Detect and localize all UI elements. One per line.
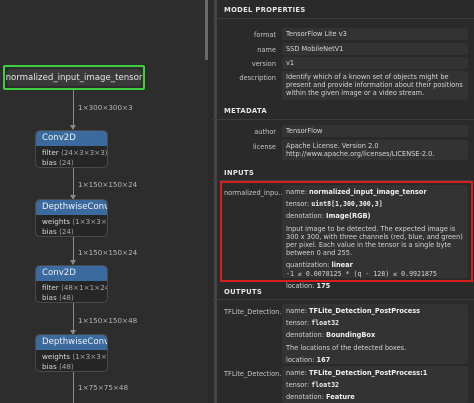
graph-edge bbox=[73, 303, 74, 331]
inputs-heading: INPUTS bbox=[224, 169, 255, 177]
outputs-heading: OUTPUTS bbox=[224, 288, 263, 296]
edge-shape-label: 1×75×75×48 bbox=[78, 383, 129, 392]
prop-label-name: name bbox=[257, 46, 276, 54]
input-node-normalized-input-image-tensor[interactable]: normalized_input_image_tensor bbox=[3, 65, 145, 90]
node-attr-row: bias ⟨48⟩ bbox=[42, 361, 74, 371]
prop-label-format: format bbox=[254, 31, 276, 39]
input-location-row: location: 175 bbox=[286, 281, 331, 290]
prop-value-description: Identify which of a known set of objects… bbox=[282, 71, 468, 100]
prop-label-license: license bbox=[252, 143, 276, 151]
node-op-label: Conv2D bbox=[36, 131, 107, 146]
prop-value-name: SSD MobileNetV1 bbox=[282, 43, 468, 56]
node-op-label: DepthwiseConv2D bbox=[36, 335, 107, 350]
node-attr-row: filter ⟨48×1×1×24⟩ bbox=[42, 283, 108, 292]
node-attr-row: weights ⟨1×3×3×24⟩ bbox=[42, 217, 107, 226]
prop-value-license: Apache License. Version 2.0 http://www.a… bbox=[282, 140, 468, 161]
graph-edge bbox=[73, 372, 74, 403]
prop-value-author: TensorFlow bbox=[282, 125, 468, 138]
output-name-row: name: TFLite_Detection_PostProcess bbox=[286, 307, 421, 315]
input-node-label: normalized_input_image_tensor bbox=[6, 69, 142, 86]
output-description: The locations of the detected boxes. bbox=[286, 343, 407, 352]
node-attr-row: filter ⟨24×3×3×3⟩ bbox=[42, 148, 108, 157]
node-op-label: Conv2D bbox=[36, 266, 107, 281]
edge-shape-label: 1×300×300×3 bbox=[78, 103, 133, 112]
divider bbox=[212, 18, 474, 19]
graph-edge bbox=[73, 168, 74, 196]
output-name-row: name: TFLite_Detection_PostProcess:1 bbox=[286, 369, 428, 377]
node-depthwiseconv2d[interactable]: DepthwiseConv2D weights ⟨1×3×3×48⟩ bias … bbox=[35, 334, 108, 372]
output-tensor-row: tensor: float32 bbox=[286, 319, 340, 328]
output-denotation-row: denotation: Feature bbox=[286, 393, 355, 402]
output-details: name: TFLite_Detection_PostProcess:1 ten… bbox=[282, 366, 468, 403]
edge-shape-label: 1×150×150×24 bbox=[78, 180, 138, 189]
node-conv2d[interactable]: Conv2D filter ⟨48×1×1×24⟩ bias ⟨48⟩ bbox=[35, 265, 108, 303]
divider bbox=[212, 299, 474, 300]
output-label: TFLite_Detection... bbox=[224, 308, 286, 316]
node-depthwiseconv2d[interactable]: DepthwiseConv2D weights ⟨1×3×3×24⟩ bias … bbox=[35, 199, 108, 237]
model-properties-heading: MODEL PROPERTIES bbox=[224, 6, 306, 14]
edge-shape-label: 1×150×150×48 bbox=[78, 316, 138, 325]
node-attr-row: bias ⟨48⟩ bbox=[42, 292, 74, 302]
properties-scrollbar[interactable] bbox=[214, 0, 217, 403]
output-location-row: location: 167 bbox=[286, 355, 331, 364]
graph-edge bbox=[73, 237, 74, 261]
prop-label-version: version bbox=[251, 60, 276, 68]
output-denotation-row: denotation: BoundingBox bbox=[286, 331, 376, 340]
prop-label-author: author bbox=[254, 128, 276, 136]
output-tensor-row: tensor: float32 bbox=[286, 381, 340, 390]
output-label: TFLite_Detection... bbox=[224, 370, 286, 378]
node-attr-row: bias ⟨24⟩ bbox=[42, 226, 74, 236]
divider bbox=[212, 119, 474, 120]
graph-canvas[interactable]: normalized_input_image_tensor 1×300×300×… bbox=[0, 0, 208, 403]
graph-edge bbox=[73, 90, 74, 126]
prop-label-description: description bbox=[239, 74, 276, 82]
node-op-label: DepthwiseConv2D bbox=[36, 200, 107, 215]
node-attr-row: weights ⟨1×3×3×48⟩ bbox=[42, 352, 107, 361]
edge-shape-label: 1×150×150×24 bbox=[78, 248, 138, 257]
prop-value-format: TensorFlow Lite v3 bbox=[282, 28, 468, 41]
highlight-box bbox=[220, 181, 473, 282]
metadata-heading: METADATA bbox=[224, 107, 267, 115]
prop-value-version: v1 bbox=[282, 57, 468, 70]
output-details: name: TFLite_Detection_PostProcess tenso… bbox=[282, 304, 468, 364]
node-conv2d[interactable]: Conv2D filter ⟨24×3×3×3⟩ bias ⟨24⟩ bbox=[35, 130, 108, 168]
node-attr-row: bias ⟨24⟩ bbox=[42, 157, 74, 167]
